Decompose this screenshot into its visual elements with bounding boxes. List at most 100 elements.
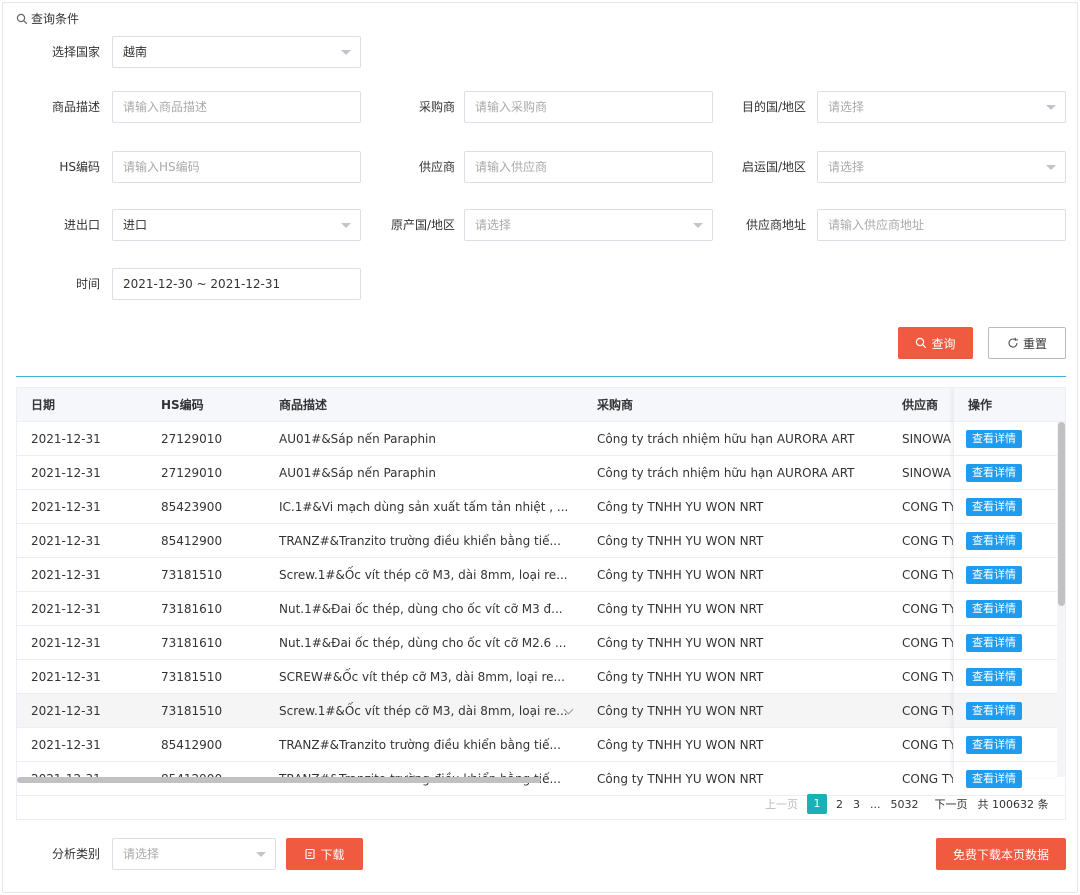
time-range-input[interactable]: 2021-12-30 ~ 2021-12-31 [112,268,361,300]
cell-buyer: Công ty TNHH YU WON NRT [597,704,764,718]
operation-cell: 查看详情 [954,660,1057,694]
departure-select-placeholder: 请选择 [828,160,865,174]
cell-date: 2021-12-31 [31,432,101,446]
country-label: 选择国家 [51,45,100,59]
view-detail-button[interactable]: 查看详情 [966,565,1022,584]
table-row[interactable]: 2021-12-31 73181610 Nut.1#&Đai ốc thép, dù… [17,592,1065,626]
table-row[interactable]: 2021-12-31 85412900 TRANZ#&Tranzito trường… [17,728,1065,762]
cell-supplier: CONG TY [902,568,953,582]
operation-cell: 查看详情 [954,558,1057,592]
hs-input[interactable]: 请输入HS编码 [112,151,361,183]
time-label: 时间 [75,277,100,291]
cell-date: 2021-12-31 [31,534,101,548]
free-download-button[interactable]: 免费下载本页数据 [936,838,1066,870]
page-button-1[interactable]: 1 [807,794,827,814]
prev-page-button[interactable]: 上一页 [760,796,803,812]
cell-hs: 85412900 [161,534,223,548]
pagination: 上一页 1 2 3 ... 5032 下一页 共 100632 条 [760,794,1053,814]
query-section-title: 查询条件 [16,10,79,27]
view-detail-button[interactable]: 查看详情 [966,633,1022,652]
country-select[interactable]: 越南 [112,36,361,68]
cell-desc: IC.1#&Vi mạch dùng sản xuất tấm tản nhiệ… [279,500,569,514]
table-row[interactable]: 2021-12-31 85423900 IC.1#&Vi mạch dùng sản… [17,490,1065,524]
cell-desc: Screw.1#&Ốc vít thép cỡ M3, dài 8mm, loạ… [279,704,568,718]
free-download-button-label: 免费下载本页数据 [952,847,1049,862]
origin-select-placeholder: 请选择 [475,218,512,232]
vertical-scrollbar-thumb[interactable] [1058,422,1065,606]
reset-button[interactable]: 重置 [988,327,1066,359]
view-detail-button[interactable]: 查看详情 [966,497,1022,516]
column-header-desc[interactable]: 商品描述 [265,388,583,422]
cell-desc: Nut.1#&Đai ốc thép, dùng cho ốc vít cỡ M… [279,636,567,650]
column-header-hs[interactable]: HS编码 [147,388,265,422]
table-row[interactable]: 2021-12-31 27129010 AU01#&Sáp nến Paraphin… [17,422,1065,456]
cell-buyer: Công ty TNHH YU WON NRT [597,772,764,786]
view-detail-button[interactable]: 查看详情 [966,463,1022,482]
table-row[interactable]: 2021-12-31 73181510 Screw.1#&Ốc vít thép c… [17,558,1065,592]
cell-hs: 73181510 [161,704,223,718]
view-detail-button[interactable]: 查看详情 [966,701,1022,720]
view-detail-button[interactable]: 查看详情 [966,769,1022,788]
cell-desc: Nut.1#&Đai ốc thép, dùng cho ốc vít cỡ M… [279,602,563,616]
view-detail-button[interactable]: 查看详情 [966,735,1022,754]
origin-select[interactable]: 请选择 [464,209,713,241]
desc-label: 商品描述 [51,100,100,114]
analysis-label: 分析类别 [51,847,100,861]
supplier-label: 供应商 [418,160,455,174]
column-header-buyer[interactable]: 采购商 [583,388,888,422]
search-button[interactable]: 查询 [898,327,973,359]
page-button-2[interactable]: 2 [831,798,848,811]
cell-buyer: Công ty TNHH YU WON NRT [597,534,764,548]
table-row[interactable]: 2021-12-31 73181510 Screw.1#&Ốc vít thép c… [17,694,1065,728]
cell-hs: 27129010 [161,432,223,446]
ie-select[interactable]: 进口 [112,209,361,241]
table-row[interactable]: 2021-12-31 85412900 TRANZ#&Tranzito trường… [17,524,1065,558]
operation-cell: 查看详情 [954,524,1057,558]
cell-buyer: Công ty TNHH YU WON NRT [597,602,764,616]
search-icon [916,337,927,349]
departure-select[interactable]: 请选择 [817,151,1066,183]
cell-supplier: CONG TY [902,670,953,684]
cell-date: 2021-12-31 [31,636,101,650]
buyer-input[interactable]: 请输入采购商 [464,91,713,123]
dest-select[interactable]: 请选择 [817,91,1066,123]
download-button[interactable]: 下载 [286,838,363,870]
cell-date: 2021-12-31 [31,704,101,718]
download-button-label: 下载 [320,847,345,862]
dest-select-placeholder: 请选择 [828,100,865,114]
view-detail-button[interactable]: 查看详情 [966,429,1022,448]
cell-date: 2021-12-31 [31,500,101,514]
file-icon [305,848,316,860]
chevron-down-icon [693,223,703,228]
page-button-last[interactable]: 5032 [886,798,924,811]
ie-label: 进出口 [63,218,100,232]
table-row[interactable]: 2021-12-31 73181510 SCREW#&Ốc vít thép cỡ … [17,660,1065,694]
view-detail-button[interactable]: 查看详情 [966,599,1022,618]
table-row[interactable]: 2021-12-31 73181610 Nut.1#&Đai ốc thép, dù… [17,626,1065,660]
supplier-addr-label: 供应商地址 [745,218,806,232]
view-detail-button[interactable]: 查看详情 [966,667,1022,686]
page-button-3[interactable]: 3 [848,798,865,811]
cell-date: 2021-12-31 [31,602,101,616]
analysis-select[interactable]: 请选择 [112,838,276,870]
cell-supplier: CONG TY [902,704,953,718]
view-detail-button[interactable]: 查看详情 [966,531,1022,550]
cell-desc: TRANZ#&Tranzito trường điều khiển bằng t… [279,738,561,752]
cell-supplier: CONG TY [902,738,953,752]
supplier-addr-input[interactable]: 请输入供应商地址 [817,209,1066,241]
table-header-row: 日期 HS编码 商品描述 采购商 供应商 [17,388,1065,422]
column-header-supplier[interactable]: 供应商 [888,388,953,422]
cell-hs: 73181510 [161,670,223,684]
operation-cells: 查看详情 查看详情 查看详情 查看详情 查看详情 查看详情 查看详情 查看详情 查看详情 查看详情… [954,422,1057,796]
cell-hs: 85423900 [161,500,223,514]
chevron-down-icon [341,223,351,228]
cell-buyer: Công ty TNHH YU WON NRT [597,636,764,650]
horizontal-scrollbar-thumb[interactable] [17,777,541,783]
column-header-date[interactable]: 日期 [17,388,147,422]
table-row[interactable]: 2021-12-31 27129010 AU01#&Sáp nến Paraphin… [17,456,1065,490]
cell-hs: 73181610 [161,602,223,616]
desc-input[interactable]: 请输入商品描述 [112,91,361,123]
supplier-input[interactable]: 请输入供应商 [464,151,713,183]
cell-supplier: SINOWA [902,432,951,446]
next-page-button[interactable]: 下一页 [930,796,973,812]
